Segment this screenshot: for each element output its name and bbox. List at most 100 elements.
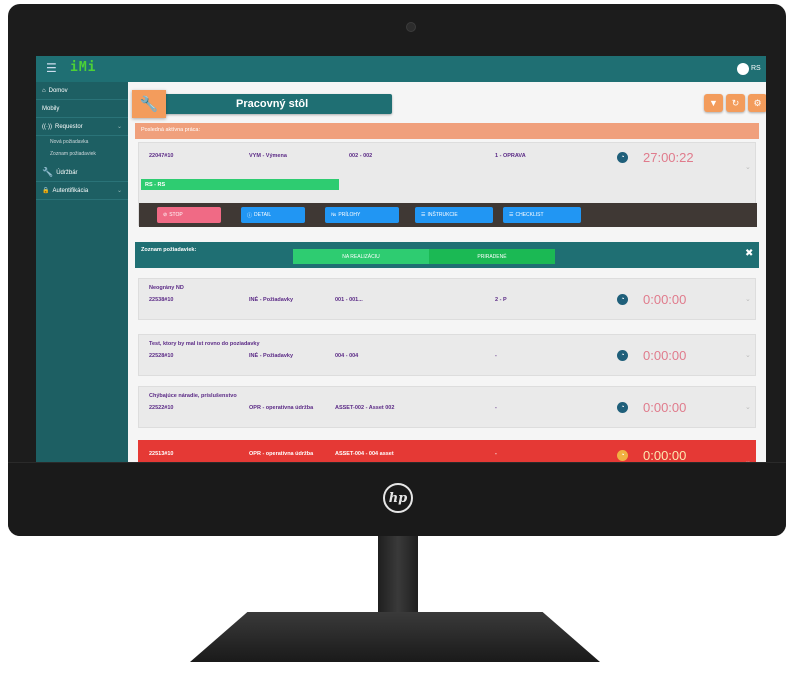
app-screen: ☰ iMi RS ⌂ Domov Mobily ((·)) Requestor ⌄ N…	[36, 56, 766, 467]
brand-logo[interactable]: iMi	[70, 60, 96, 75]
action-bar: ⊘ STOP ⓘ DETAIL № PRÍLOHY ☰ INŠTRUKCIE ☰ CHEC…	[139, 203, 757, 227]
list-icon: ☰	[421, 212, 426, 218]
button-label: STOP	[169, 212, 183, 218]
sidebar-item-label: Requestor	[55, 123, 83, 130]
request-name: Test, ktory by mal ist rovno do poziadav…	[149, 341, 260, 347]
refresh-button[interactable]: ↻	[726, 94, 745, 112]
button-label: INŠTRUKCIE	[427, 212, 458, 218]
broadcast-icon: ((·))	[42, 123, 52, 130]
request-id: 22522#10	[149, 405, 174, 411]
home-icon: ⌂	[42, 87, 46, 94]
menu-icon[interactable]: ☰	[46, 61, 57, 75]
chevron-down-icon[interactable]: ⌄	[745, 163, 751, 171]
sidebar-item-mobily[interactable]: Mobily	[36, 100, 128, 118]
sidebar-item-requestor[interactable]: ((·)) Requestor ⌄	[36, 118, 128, 136]
request-priority: -	[495, 451, 497, 457]
request-type: INÉ - Požiadavky	[249, 297, 294, 303]
request-asset: ASSET-002 - Asset 002	[335, 405, 395, 411]
request-name: Chýbajúce náradie, príslušenstvo	[149, 393, 237, 399]
button-label: PRÍLOHY	[338, 212, 361, 218]
chevron-down-icon: ⌄	[116, 188, 122, 194]
wrench-icon: 🔧	[132, 90, 166, 118]
sidebar-item-label: Údržbár	[56, 169, 78, 176]
request-timer: 0:00:00	[643, 448, 687, 463]
request-timer: 0:00:00	[643, 400, 687, 415]
page-title: Pracovný stôl	[236, 98, 309, 110]
hp-logo: hp	[383, 483, 413, 513]
request-type: INÉ - Požiadavky	[249, 353, 294, 359]
tab-priradene[interactable]: PRIRADENÉ	[429, 249, 555, 264]
filter-icon: ▼	[709, 98, 718, 108]
chevron-down-icon[interactable]: ⌄	[745, 403, 751, 411]
request-id: 22528#10	[149, 353, 174, 359]
work-asset: 002 - 002	[349, 153, 373, 159]
sidebar-subitem-zoznam[interactable]: Zoznam požiadaviek	[36, 148, 128, 160]
refresh-icon: ↻	[731, 97, 740, 108]
active-work-bar: Posledná aktívna práca:	[135, 123, 759, 139]
request-asset: 001 - 001...	[335, 297, 363, 303]
request-asset: 004 - 004	[335, 353, 359, 359]
wrench-icon: 🔧	[42, 167, 54, 177]
settings-button[interactable]: ⚙	[748, 94, 766, 112]
clock-icon: ◔	[617, 450, 628, 461]
checklist-button[interactable]: ☰ CHECKLIST	[503, 207, 581, 223]
work-timer: 27:00:22	[643, 150, 694, 165]
chevron-down-icon[interactable]: ⌄	[745, 351, 751, 359]
request-priority: 2 - P	[495, 297, 507, 303]
request-name: Neográny ND	[149, 285, 184, 291]
clock-icon: ◔	[617, 294, 628, 305]
sidebar-item-udrzbar[interactable]: 🔧 Údržbár	[36, 164, 128, 182]
tab-na-realizaciu[interactable]: NA REALIZÁCIU	[293, 249, 429, 264]
list-item[interactable]: Test, ktory by mal ist rovno do poziadav…	[138, 334, 756, 376]
sidebar-item-autentifikacia[interactable]: 🔒 Autentifikácia ⌄	[36, 182, 128, 200]
gear-icon: ⚙	[753, 97, 762, 108]
request-type: OPR - operatívna údržba	[249, 451, 314, 457]
button-label: DETAIL	[254, 212, 272, 218]
sidebar-item-domov[interactable]: ⌂ Domov	[36, 82, 128, 100]
close-icon[interactable]: ✖	[745, 248, 753, 259]
paperclip-icon: №	[331, 212, 337, 218]
request-type: OPR - operatívna údržba	[249, 405, 314, 411]
monitor-photo: ☰ iMi RS ⌂ Domov Mobily ((·)) Requestor ⌄ N…	[0, 0, 794, 675]
detail-button[interactable]: ⓘ DETAIL	[241, 207, 305, 223]
sidebar-item-label: Domov	[48, 87, 68, 94]
request-timer: 0:00:00	[643, 292, 687, 307]
info-icon: ⓘ	[247, 212, 253, 219]
work-priority: 1 - OPRAVA	[495, 153, 526, 159]
sidebar-item-label: Autentifikácia	[52, 187, 89, 194]
list-title: Zoznam požiadaviek:	[141, 247, 197, 253]
top-bar: ☰ iMi RS	[36, 56, 766, 82]
monitor-neck	[378, 536, 418, 614]
list-item[interactable]: Neográny ND 22538#10 INÉ - Požiadavky 001 -…	[138, 278, 756, 320]
page-header: 🔧 Pracovný stôl	[132, 90, 392, 118]
work-id: 22047#10	[149, 153, 174, 159]
request-timer: 0:00:00	[643, 348, 687, 363]
active-work-card[interactable]: 22047#10 VYM - Výmena 002 - 002 1 - OPRA…	[138, 142, 757, 227]
sidebar-subitem-nova[interactable]: Nová požiadavka	[36, 136, 128, 148]
request-list-header: Zoznam požiadaviek: NA REALIZÁCIU PRIRAD…	[135, 242, 759, 268]
stop-icon: ⊘	[163, 212, 168, 218]
request-id: 22538#10	[149, 297, 174, 303]
clock-icon: ◔	[617, 402, 628, 413]
monitor-stand	[190, 612, 600, 662]
webcam	[406, 22, 416, 32]
clock-icon: ◔	[617, 350, 628, 361]
user-initials: RS	[751, 65, 761, 72]
lock-icon: 🔒	[42, 188, 50, 194]
sidebar-item-label: Mobily	[42, 105, 60, 112]
instructions-button[interactable]: ☰ INŠTRUKCIE	[415, 207, 493, 223]
work-type: VYM - Výmena	[249, 153, 287, 159]
clock-icon: ◔	[617, 152, 628, 163]
list-item[interactable]: Chýbajúce náradie, príslušenstvo 22522#10…	[138, 386, 756, 428]
request-id: 22513#10	[149, 451, 174, 457]
checklist-icon: ☰	[509, 212, 514, 218]
progress-bar: RS - RS	[141, 179, 339, 190]
button-label: CHECKLIST	[515, 212, 544, 218]
request-priority: -	[495, 405, 497, 411]
avatar[interactable]	[737, 63, 749, 75]
stop-button[interactable]: ⊘ STOP	[157, 207, 221, 223]
monitor-chin: hp	[8, 462, 786, 536]
filter-button[interactable]: ▼	[704, 94, 723, 112]
chevron-down-icon[interactable]: ⌄	[745, 295, 751, 303]
attachments-button[interactable]: № PRÍLOHY	[325, 207, 399, 223]
